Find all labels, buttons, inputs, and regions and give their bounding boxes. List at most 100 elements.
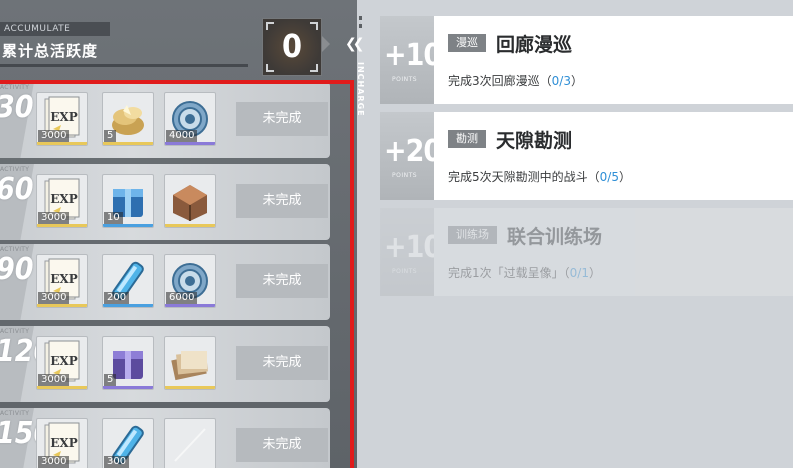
rarity-bar (103, 224, 153, 227)
activity-score-value: 0 (281, 27, 303, 65)
mission-description: 完成1次「过载呈像」（0/1） (448, 264, 601, 281)
rarity-bar (103, 304, 153, 307)
svg-text:EXP: EXP (50, 436, 77, 450)
points-unit: POINTS (392, 268, 418, 275)
item-quantity: 3000 (38, 292, 70, 304)
supply-box-icon (165, 175, 215, 227)
reward-item[interactable]: 10 (102, 174, 154, 228)
item-quantity: 4000 (166, 130, 198, 142)
rarity-bar (37, 224, 87, 227)
mission-body: 训练场 联合训练场完成1次「过载呈像」（0/1） (434, 208, 793, 296)
rarity-bar (103, 386, 153, 389)
mission-card[interactable]: +10 POINTS 训练场 联合训练场完成1次「过载呈像」（0/1） (380, 208, 793, 296)
item-quantity: 6000 (166, 292, 198, 304)
item-quantity: 10 (104, 212, 123, 224)
mission-body: 漫巡 回廊漫巡完成3次回廊漫巡（0/3） (434, 16, 793, 104)
mission-title: 联合训练场 (507, 226, 603, 248)
claim-status-button[interactable]: 未完成 (236, 428, 328, 462)
reward-item[interactable] (164, 336, 216, 390)
mission-body: 勘测 天隙勘测完成5次天隙勘测中的战斗（0/5） (434, 112, 793, 200)
mission-card[interactable]: +10 POINTS 漫巡 回廊漫巡完成3次回廊漫巡（0/3） (380, 16, 793, 104)
description-text: ） (570, 74, 583, 88)
points-value: +10 (384, 230, 442, 265)
dots-icon (359, 16, 362, 28)
item-quantity: 3000 (38, 456, 70, 468)
mission-tag: 漫巡 (448, 34, 486, 52)
claim-status-button[interactable]: 未完成 (236, 346, 328, 380)
description-text: 完成1次「过载呈像」（ (448, 266, 570, 280)
double-chevron-left-icon: ❮❮ (345, 36, 365, 52)
item-quantity: 5 (104, 130, 117, 142)
rarity-bar (103, 142, 153, 145)
reward-row: ACTIVITY30EXP300054000未完成 (0, 82, 330, 158)
reward-item[interactable]: 300 (102, 418, 154, 468)
rarity-bar (37, 386, 87, 389)
score-pointer-icon (322, 36, 330, 52)
reward-item[interactable]: 6000 (164, 254, 216, 308)
claim-status-button[interactable]: 未完成 (236, 184, 328, 218)
reward-item[interactable]: 4000 (164, 92, 216, 146)
reward-item[interactable]: EXP 3000 (36, 92, 88, 146)
mission-progress: 0/1 (569, 266, 589, 280)
accumulate-label-en: ACCUMULATE (0, 22, 110, 36)
mission-points: +10 POINTS (380, 208, 442, 296)
reward-item[interactable]: EXP 3000 (36, 254, 88, 308)
rarity-bar (165, 304, 215, 307)
accumulate-header: ACCUMULATE 累计总活跃度 (0, 14, 250, 70)
claim-status-button[interactable]: 未完成 (236, 102, 328, 136)
points-value: +20 (384, 134, 442, 169)
rarity-bar (165, 224, 215, 227)
item-quantity: 3000 (38, 212, 70, 224)
points-value: +10 (384, 38, 442, 73)
mission-progress: 0/5 (599, 170, 619, 184)
description-text: 完成5次天隙勘测中的战斗（ (448, 170, 600, 184)
reward-row: ACTIVITY60EXP300010未完成 (0, 164, 330, 240)
activity-threshold: 90 (0, 252, 34, 287)
mission-title: 回廊漫巡 (496, 34, 573, 56)
mission-description: 完成5次天隙勘测中的战斗（0/5） (448, 168, 631, 185)
claim-status-button[interactable]: 未完成 (236, 264, 328, 298)
reward-item[interactable]: EXP 3000 (36, 418, 88, 468)
svg-text:EXP: EXP (50, 110, 77, 124)
divider (0, 64, 248, 67)
reward-row: ACTIVITY90EXP30002006000未完成 (0, 244, 330, 320)
reward-item[interactable]: EXP 3000 (36, 336, 88, 390)
reward-item[interactable]: 5 (102, 92, 154, 146)
rarity-bar (165, 386, 215, 389)
description-text: ） (588, 266, 601, 280)
rarity-bar (37, 304, 87, 307)
mission-tag: 训练场 (448, 226, 497, 244)
item-quantity: 3000 (38, 374, 70, 386)
mission-progress: 0/3 (551, 74, 571, 88)
points-unit: POINTS (392, 76, 418, 83)
points-unit: POINTS (392, 172, 418, 179)
mission-points: +20 POINTS (380, 112, 442, 200)
activity-score: 0 (262, 18, 322, 76)
reward-row: ACTIVITY 150 EXP 3000 300 未完成 (0, 408, 330, 468)
ticket-bundle-icon (165, 337, 215, 389)
reward-item[interactable]: 5 (102, 336, 154, 390)
mission-tag: 勘测 (448, 130, 486, 148)
item-quantity: 200 (104, 292, 130, 304)
empty-slot-icon (165, 419, 215, 468)
svg-text:EXP: EXP (50, 192, 77, 206)
svg-text:EXP: EXP (50, 272, 77, 286)
item-quantity: 5 (104, 374, 117, 386)
activity-threshold: 60 (0, 172, 34, 207)
reward-item[interactable]: EXP 3000 (36, 174, 88, 228)
item-quantity: 300 (104, 456, 130, 468)
reward-panel: ACCUMULATE 累计总活跃度 0 ACTIVITY30EXP3000540… (0, 0, 357, 468)
reward-item[interactable] (164, 174, 216, 228)
mission-card[interactable]: +20 POINTS 勘测 天隙勘测完成5次天隙勘测中的战斗（0/5） (380, 112, 793, 200)
description-text: 完成3次回廊漫巡（ (448, 74, 552, 88)
reward-item[interactable]: 200 (102, 254, 154, 308)
activity-threshold: 30 (0, 90, 34, 125)
reward-row: ACTIVITY 120 EXP 3000 5 未完成 (0, 326, 330, 402)
rarity-bar (165, 142, 215, 145)
accumulate-label: 累计总活跃度 (2, 42, 99, 60)
item-quantity: 3000 (38, 130, 70, 142)
reward-item[interactable] (164, 418, 216, 468)
recharge-label: INCHARGE (356, 62, 365, 117)
mission-title: 天隙勘测 (496, 130, 573, 152)
description-text: ） (618, 170, 631, 184)
